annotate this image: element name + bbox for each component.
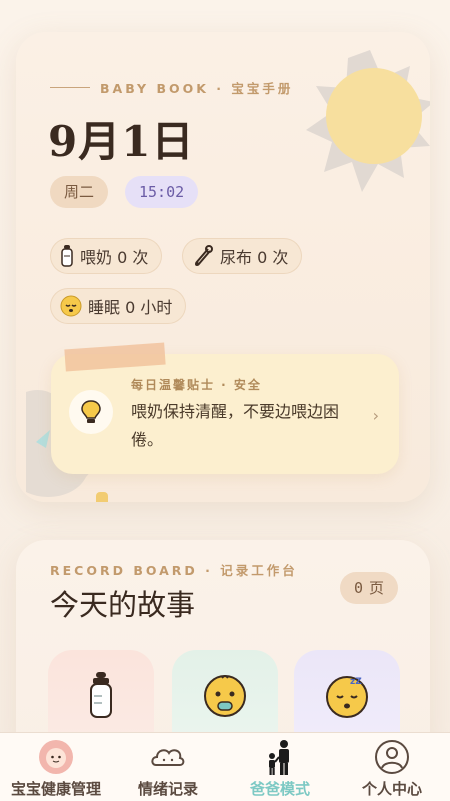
hero-card: BABY BOOK · 宝宝手册 9月1日 周二 15:02 喂奶 0 次 尿布… [16,32,430,502]
tab-dad-mode[interactable]: 爸爸模式 [224,733,336,801]
hero-eyebrow: BABY BOOK · 宝宝手册 [50,78,293,97]
date-title: 9月1日 [48,117,195,166]
diaper-stat-label: 尿布 0 次 [220,248,289,267]
board-eyebrow: RECORD BOARD · 记录工作台 [50,563,298,578]
tab-label: 爸爸模式 [249,780,310,798]
bottom-tab-bar: 宝宝健康管理 情绪记录 爸爸模式 个人中心 [0,732,450,801]
board-title: 今天的故事 [50,588,196,622]
weekday-badge: 周二 [50,176,109,208]
tip-text: 喂奶保持清醒，不要边喂边困倦。 [131,402,340,449]
tab-mood-record[interactable]: 情绪记录 [112,733,224,801]
diaper-stat-chip[interactable]: 尿布 0 次 [182,238,303,274]
sleep-stat-chip[interactable]: 睡眠 0 小时 [50,288,187,324]
safety-pin-icon [195,245,213,266]
father-child-icon [269,740,289,775]
sun-decoration-icon [306,50,430,192]
baby-bottle-icon [90,672,112,718]
tab-label: 宝宝健康管理 [10,780,101,798]
hero-eyebrow-text: BABY BOOK · 宝宝手册 [100,81,294,96]
svg-text:zZ: zZ [350,677,362,687]
lightbulb-icon [69,390,113,434]
user-profile-icon [375,740,409,774]
tab-profile[interactable]: 个人中心 [336,733,448,801]
feed-stat-chip[interactable]: 喂奶 0 次 [50,238,163,274]
page-count-unit: 页 [368,579,384,597]
page-count-value: 0 [353,579,363,597]
tab-label: 情绪记录 [137,780,198,798]
chevron-right-icon: › [372,406,379,425]
sleeping-zzz-icon: zZ [326,676,368,718]
feed-stat-label: 喂奶 0 次 [80,248,149,267]
time-badge: 15:02 [125,176,199,208]
tab-baby-health[interactable]: 宝宝健康管理 [0,733,112,801]
bottle-icon [61,245,73,267]
tape-decoration [64,342,166,372]
eyebrow-rule [50,87,90,88]
record-board-card: RECORD BOARD · 记录工作台 今天的故事 0页 zZ [16,540,430,760]
baby-avatar-icon [39,740,73,774]
tab-label: 个人中心 [361,780,422,798]
sleep-stat-label: 睡眠 0 小时 [88,298,173,317]
page-count-badge: 0页 [339,572,398,604]
daily-tip-card[interactable]: 每日温馨贴士 · 安全 喂奶保持清醒，不要边喂边困倦。 › [51,342,399,474]
baby-face-icon [204,675,246,717]
cloud-face-icon [151,749,185,766]
sleeping-face-icon [60,295,82,317]
tip-heading: 每日温馨贴士 · 安全 [131,378,262,392]
